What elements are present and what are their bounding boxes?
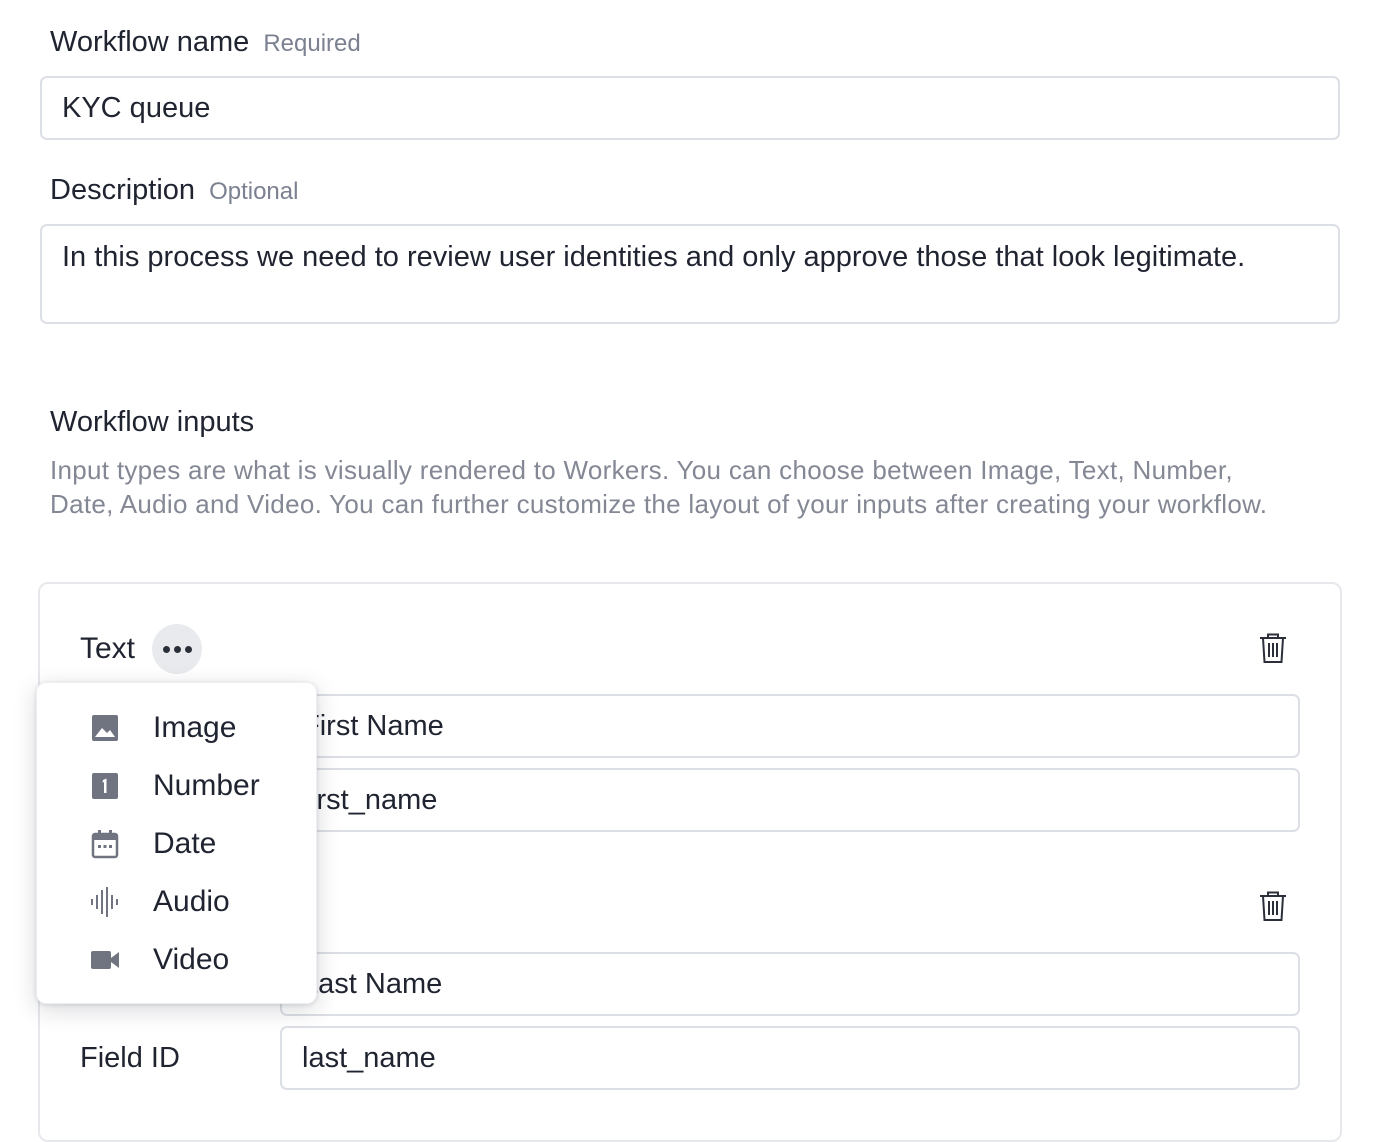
input-type-label: Text <box>80 632 136 665</box>
trash-icon <box>1260 633 1286 663</box>
menu-item-label: Number <box>153 769 260 802</box>
description-value: In this process we need to review user i… <box>62 241 1246 273</box>
description-label: Description <box>50 174 196 206</box>
workflow-inputs-title: Workflow inputs <box>50 406 255 438</box>
field-name-input[interactable]: Last Name <box>280 952 1300 1016</box>
input-type-menu: Image Number Date Audio Video <box>36 682 317 1004</box>
video-camera-icon <box>89 944 121 976</box>
workflow-name-label-row: Workflow name Required <box>50 26 361 59</box>
dot <box>162 645 170 653</box>
dot <box>173 645 181 653</box>
description-label-row: Description Optional <box>50 174 298 207</box>
description-textarea[interactable]: In this process we need to review user i… <box>40 224 1340 324</box>
image-icon <box>89 712 121 744</box>
field-name-input[interactable]: First Name <box>280 694 1300 758</box>
required-hint: Required <box>263 30 361 57</box>
delete-input-button[interactable] <box>1258 632 1288 669</box>
more-options-button[interactable] <box>152 624 202 674</box>
workflow-name-input[interactable]: KYC queue <box>40 76 1340 140</box>
menu-item-date[interactable]: Date <box>37 819 317 869</box>
menu-item-label: Video <box>153 943 230 976</box>
field-name-value: First Name <box>302 709 444 742</box>
workflow-inputs-help: Input types are what is visually rendere… <box>50 455 1268 519</box>
audio-waveform-icon <box>89 886 121 918</box>
dot <box>184 645 192 653</box>
optional-hint: Optional <box>209 178 299 205</box>
menu-item-image[interactable]: Image <box>37 703 317 753</box>
menu-item-number[interactable]: Number <box>37 761 317 811</box>
trash-icon <box>1260 891 1286 921</box>
field-id-input[interactable]: first_name <box>280 768 1300 832</box>
menu-item-audio[interactable]: Audio <box>37 877 317 927</box>
menu-item-label: Image <box>153 711 237 744</box>
field-id-label: Field ID <box>80 1042 180 1074</box>
field-id-value: first_name <box>302 783 438 816</box>
calendar-icon <box>89 828 121 860</box>
delete-input-button[interactable] <box>1258 890 1288 927</box>
menu-item-video[interactable]: Video <box>37 935 317 985</box>
field-name-value: Last Name <box>302 967 443 1000</box>
field-id-value: last_name <box>302 1041 436 1074</box>
number-icon <box>89 770 121 802</box>
menu-item-label: Audio <box>153 885 230 918</box>
field-id-input[interactable]: last_name <box>280 1026 1300 1090</box>
workflow-name-label: Workflow name <box>50 26 250 58</box>
menu-item-label: Date <box>153 827 217 860</box>
workflow-name-value: KYC queue <box>62 91 211 124</box>
